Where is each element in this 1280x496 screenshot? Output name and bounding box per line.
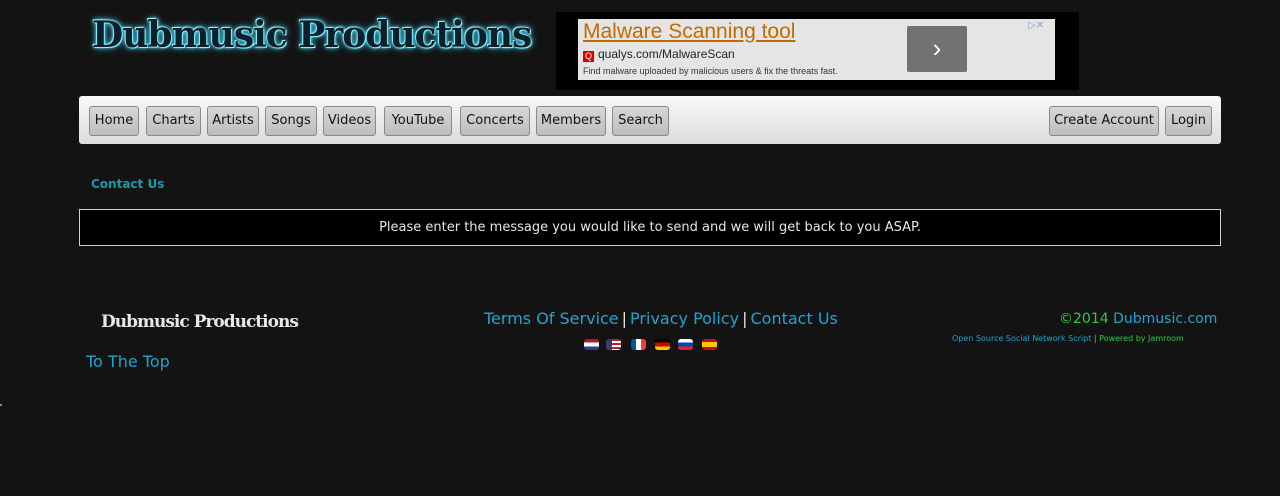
ad-url[interactable]: Qqualys.com/MalwareScan: [583, 47, 735, 62]
nav-members-button[interactable]: Members: [536, 106, 606, 136]
privacy-policy-link[interactable]: Privacy Policy: [630, 309, 739, 328]
ad-title-link[interactable]: Malware Scanning tool: [583, 20, 795, 44]
france-flag-icon[interactable]: [631, 339, 646, 350]
to-the-top-link[interactable]: To The Top: [86, 352, 170, 371]
chevron-right-icon: ›: [932, 33, 942, 63]
login-button[interactable]: Login: [1165, 106, 1212, 136]
footer-links: Terms Of Service | Privacy Policy | Contact …: [484, 309, 838, 328]
nav-videos-button[interactable]: Videos: [323, 106, 376, 136]
qualys-icon: Q: [583, 51, 594, 62]
footer-logo[interactable]: Dubmusic Productions: [101, 312, 299, 332]
netherlands-flag-icon[interactable]: [584, 339, 599, 350]
page-title: Contact Us: [91, 177, 165, 191]
nav-youtube-button[interactable]: YouTube: [384, 106, 452, 136]
copyright: ©2014 Dubmusic.com: [1059, 311, 1217, 327]
powered-by: Open Source Social Network Script | Powe…: [952, 334, 1184, 343]
copyright-site-link[interactable]: Dubmusic.com: [1113, 311, 1217, 327]
nav-artists-button[interactable]: Artists: [207, 106, 259, 136]
main-navbar: Home Charts Artists Songs Videos YouTube…: [79, 96, 1221, 144]
nav-concerts-button[interactable]: Concerts: [460, 106, 530, 136]
ad-description: Find malware uploaded by malicious users…: [583, 66, 838, 76]
ad-next-button[interactable]: ›: [907, 26, 967, 72]
social-network-script-link[interactable]: Open Source Social Network Script: [952, 334, 1091, 343]
powered-separator: |: [1093, 334, 1097, 343]
ad-content[interactable]: Malware Scanning tool Qqualys.com/Malwar…: [578, 19, 1055, 80]
usa-flag-icon[interactable]: [606, 339, 621, 350]
footer-separator: |: [621, 309, 628, 328]
footer-separator: |: [742, 309, 748, 328]
ad-url-text[interactable]: qualys.com/MalwareScan: [598, 47, 735, 61]
spain-flag-icon[interactable]: [702, 339, 717, 350]
copyright-year: ©2014: [1059, 311, 1109, 327]
ad-choices-icon[interactable]: ▷✕: [1028, 20, 1044, 31]
edge-marker: [0, 404, 2, 406]
terms-of-service-link[interactable]: Terms Of Service: [484, 309, 619, 328]
nav-charts-button[interactable]: Charts: [146, 106, 201, 136]
create-account-button[interactable]: Create Account: [1049, 106, 1159, 136]
contact-us-link[interactable]: Contact Us: [750, 309, 837, 328]
nav-search-button[interactable]: Search: [612, 106, 669, 136]
jamroom-link[interactable]: Powered by Jamroom: [1099, 334, 1184, 343]
contact-message-box: Please enter the message you would like …: [79, 209, 1221, 246]
nav-home-button[interactable]: Home: [89, 106, 139, 136]
ad-banner[interactable]: Malware Scanning tool Qqualys.com/Malwar…: [556, 12, 1079, 90]
slovenia-flag-icon[interactable]: [678, 339, 693, 350]
germany-flag-icon[interactable]: [655, 339, 670, 350]
nav-songs-button[interactable]: Songs: [265, 106, 317, 136]
contact-message-text: Please enter the message you would like …: [379, 220, 921, 235]
site-logo[interactable]: Dubmusic Productions: [92, 14, 532, 56]
